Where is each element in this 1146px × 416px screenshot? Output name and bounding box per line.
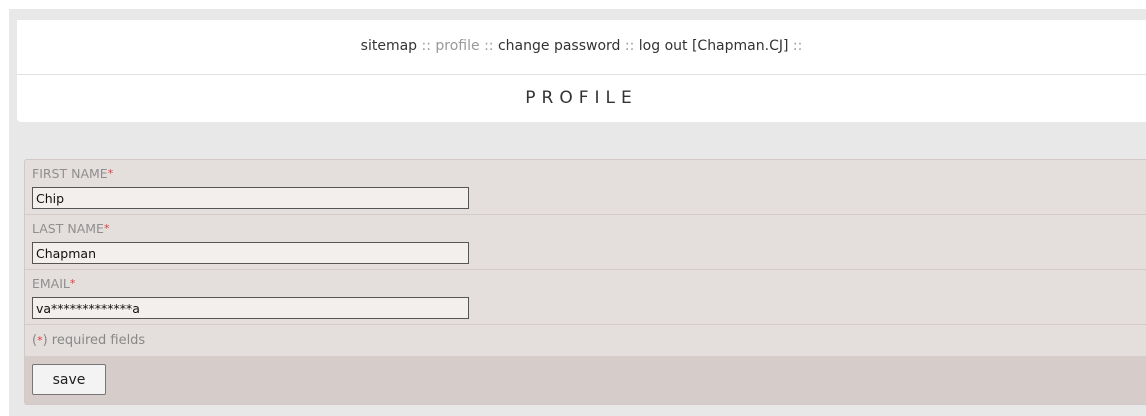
- nav-link-change-password[interactable]: change password: [498, 38, 620, 54]
- email-row: EMAIL*: [25, 270, 1146, 325]
- form-actions: save: [25, 356, 1146, 404]
- last-name-row: LAST NAME*: [25, 215, 1146, 270]
- required-marker: *: [103, 222, 110, 235]
- required-marker: *: [69, 277, 76, 290]
- nav-separator: ::: [421, 38, 436, 54]
- page-title: PROFILE: [17, 75, 1146, 122]
- first-name-row: FIRST NAME*: [25, 160, 1146, 215]
- last-name-label-text: LAST NAME: [32, 221, 104, 236]
- email-input[interactable]: [32, 297, 469, 319]
- nav-separator: ::: [792, 38, 803, 54]
- nav-link-sitemap[interactable]: sitemap: [361, 38, 417, 54]
- first-name-label-text: FIRST NAME: [32, 166, 108, 181]
- top-nav: sitemap :: profile :: change password ::…: [17, 20, 1146, 75]
- nav-separator: ::: [484, 38, 498, 54]
- profile-form: FIRST NAME* LAST NAME* EMAIL* (*) requir…: [24, 159, 1146, 405]
- required-marker: *: [107, 167, 114, 180]
- first-name-label: FIRST NAME*: [32, 167, 1146, 183]
- required-fields-note: (*) required fields: [25, 325, 1146, 356]
- nav-separator: ::: [624, 38, 639, 54]
- nav-link-profile[interactable]: profile: [435, 38, 479, 54]
- last-name-label: LAST NAME*: [32, 222, 1146, 238]
- email-label-text: EMAIL: [32, 276, 70, 291]
- email-label: EMAIL*: [32, 277, 1146, 293]
- first-name-input[interactable]: [32, 187, 469, 209]
- nav-link-log-out[interactable]: log out [Chapman.CJ]: [639, 38, 789, 54]
- last-name-input[interactable]: [32, 242, 469, 264]
- required-note-text: ) required fields: [42, 333, 146, 348]
- save-button[interactable]: save: [32, 364, 106, 395]
